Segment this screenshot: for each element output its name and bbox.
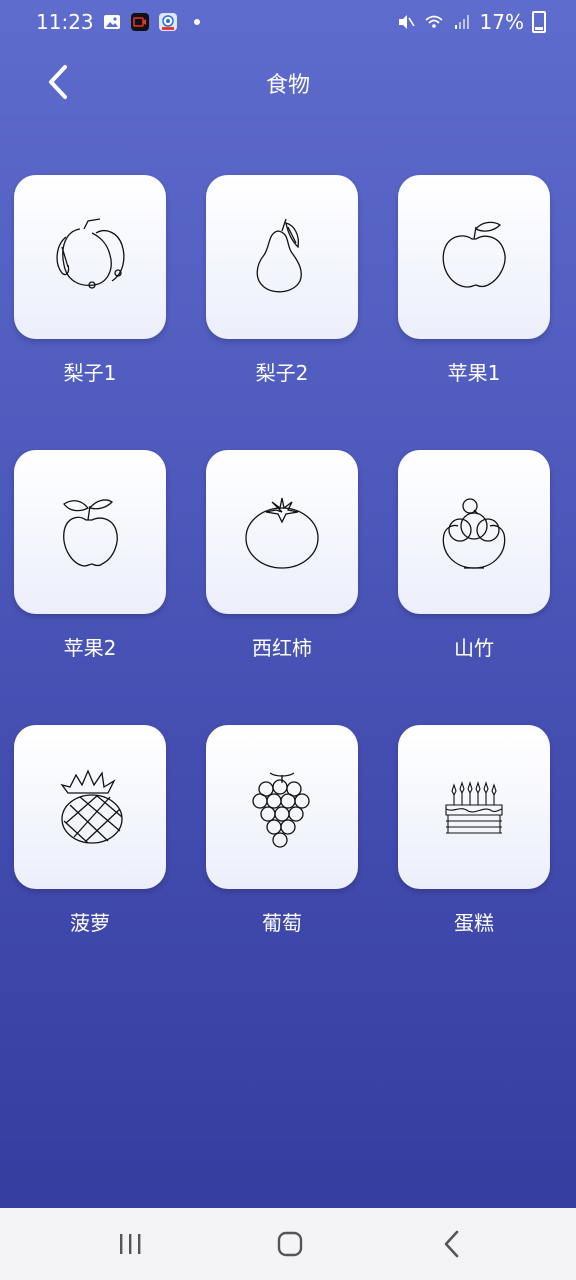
food-item-label: 菠萝 xyxy=(70,911,110,935)
food-item-label: 蛋糕 xyxy=(454,911,494,935)
food-item-tomato[interactable]: 西红柿 xyxy=(206,450,358,661)
cake-drawing-icon xyxy=(445,781,503,834)
food-item-apple1[interactable]: 苹果1 xyxy=(398,175,550,386)
mangosteen-drawing-icon xyxy=(442,498,506,569)
food-card[interactable] xyxy=(206,725,358,889)
status-right: 17% xyxy=(396,10,546,34)
food-item-cake[interactable]: 蛋糕 xyxy=(398,725,550,936)
food-card[interactable] xyxy=(206,175,358,339)
system-nav-bar xyxy=(0,1208,576,1280)
food-item-pear1[interactable]: 梨子1 xyxy=(14,175,166,386)
food-card[interactable] xyxy=(14,725,166,889)
food-card[interactable] xyxy=(14,450,166,614)
battery-icon xyxy=(532,11,546,33)
food-item-label: 西红柿 xyxy=(252,636,312,660)
food-item-label: 梨子1 xyxy=(63,361,117,385)
apple-drawing-icon xyxy=(442,221,506,288)
food-card[interactable] xyxy=(398,450,550,614)
food-item-label: 苹果2 xyxy=(63,636,117,660)
back-arrow-icon xyxy=(444,1230,459,1258)
food-card[interactable] xyxy=(206,450,358,614)
page-title: 食物 xyxy=(265,73,310,98)
status-bar: 11:23 17% xyxy=(0,0,576,48)
home-icon xyxy=(277,1231,303,1257)
mute-icon xyxy=(398,15,415,29)
food-item-grapes[interactable]: 葡萄 xyxy=(206,725,358,936)
notification-dot xyxy=(193,19,200,25)
tomato-drawing-icon xyxy=(245,497,319,569)
grapes-drawing-icon xyxy=(252,772,310,848)
app-notification-icon xyxy=(158,13,177,31)
food-card[interactable] xyxy=(398,175,550,339)
recent-apps-icon xyxy=(120,1234,141,1254)
app-header: 食物 xyxy=(0,52,576,112)
home-button[interactable] xyxy=(270,1228,310,1260)
signal-icon xyxy=(454,15,469,29)
food-item-pear2[interactable]: 梨子2 xyxy=(206,175,358,386)
food-item-pineapple[interactable]: 菠萝 xyxy=(14,725,166,936)
food-item-label: 山竹 xyxy=(454,636,494,660)
food-item-label: 葡萄 xyxy=(262,911,302,935)
recent-apps-button[interactable] xyxy=(110,1228,150,1260)
battery-percent: 17% xyxy=(479,10,524,34)
pineapple-drawing-icon xyxy=(60,769,123,844)
status-time: 11:23 xyxy=(36,10,94,34)
food-item-mangosteen[interactable]: 山竹 xyxy=(398,450,550,661)
gallery-icon xyxy=(103,15,120,29)
food-card[interactable] xyxy=(14,175,166,339)
pears-drawing-icon xyxy=(56,218,125,289)
food-card[interactable] xyxy=(398,725,550,889)
food-item-label: 梨子2 xyxy=(255,361,309,385)
food-item-label: 苹果1 xyxy=(447,361,501,385)
status-left: 11:23 xyxy=(36,10,200,34)
wifi-icon xyxy=(424,15,443,28)
pear-drawing-icon xyxy=(256,218,302,293)
screen-recorder-icon xyxy=(130,13,149,31)
apple-drawing-icon xyxy=(63,499,118,567)
system-back-button[interactable] xyxy=(432,1228,472,1260)
food-item-apple2[interactable]: 苹果2 xyxy=(14,450,166,661)
